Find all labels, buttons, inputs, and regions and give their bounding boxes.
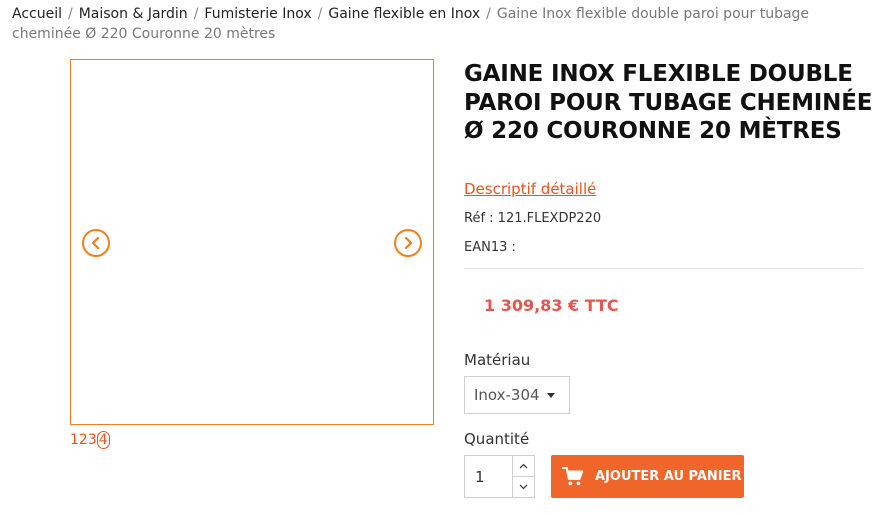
breadcrumb-item-accueil[interactable]: Accueil (12, 6, 62, 22)
product-reference: Réf : 121.FLEXDP220 (464, 211, 602, 226)
product-title: GAINE INOX FLEXIBLE DOUBLE PAROI POUR TU… (464, 61, 873, 144)
breadcrumb-separator: / (317, 6, 323, 22)
gallery-next-button[interactable] (394, 229, 422, 257)
add-to-cart-label: AJOUTER AU PANIER (595, 469, 742, 484)
product-ean: EAN13 : (464, 240, 516, 255)
breadcrumb: Accueil / Maison & Jardin / Fumisterie Inox /… (12, 4, 876, 44)
breadcrumb-item-maison-jardin[interactable]: Maison & Jardin (79, 6, 188, 22)
product-price: 1 309,83 € TTC (484, 296, 619, 315)
chevron-left-icon (91, 237, 100, 249)
divider (464, 268, 863, 269)
caret-down-icon (547, 393, 555, 398)
material-select-value: Inox-304 (474, 386, 540, 404)
gallery-pager: 1 2 3 4 (70, 431, 110, 449)
breadcrumb-separator: / (68, 6, 73, 22)
cart-icon (562, 466, 584, 487)
chevron-down-icon (519, 484, 528, 490)
quantity-stepper (512, 455, 535, 498)
gallery-page-3[interactable]: 3 (88, 431, 97, 449)
quantity-label: Quantité (464, 430, 530, 448)
breadcrumb-item-fumisterie-inox[interactable]: Fumisterie Inox (204, 6, 311, 22)
add-to-cart-button[interactable]: AJOUTER AU PANIER (551, 455, 744, 498)
material-select[interactable]: Inox-304 (464, 376, 570, 414)
gallery-prev-button[interactable] (82, 229, 110, 257)
breadcrumb-separator: / (193, 6, 199, 22)
quantity-input[interactable]: 1 (464, 455, 512, 498)
quantity-increment-button[interactable] (513, 456, 534, 476)
description-link[interactable]: Descriptif détaillé (464, 180, 596, 198)
quantity-decrement-button[interactable] (513, 476, 534, 497)
gallery-page-1[interactable]: 1 (70, 431, 79, 449)
gallery-page-2[interactable]: 2 (79, 431, 88, 449)
chevron-right-icon (404, 237, 413, 249)
breadcrumb-separator: / (486, 6, 491, 22)
chevron-up-icon (519, 463, 528, 469)
breadcrumb-item-gaine-flexible[interactable]: Gaine flexible en Inox (328, 6, 480, 22)
gallery-page-4-active[interactable]: 4 (96, 431, 110, 449)
product-image-gallery (70, 59, 434, 425)
material-label: Matériau (464, 351, 531, 369)
